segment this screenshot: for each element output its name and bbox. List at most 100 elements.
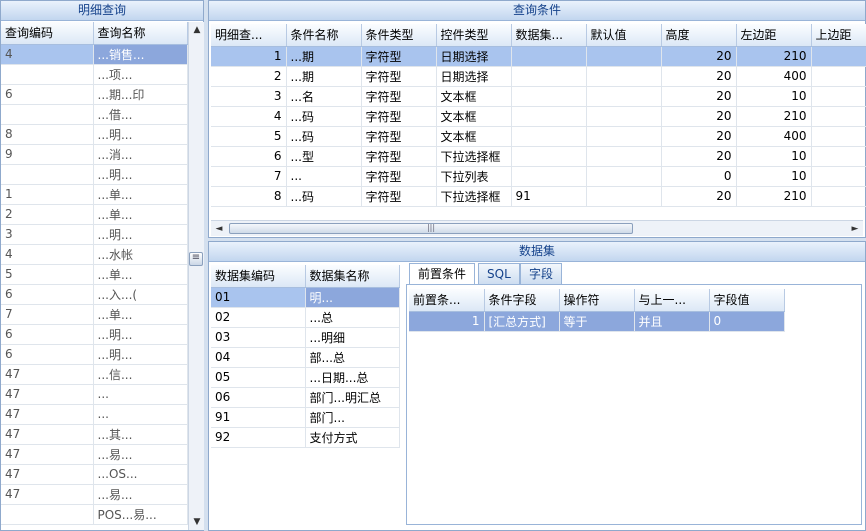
precondition-link-cell[interactable]: 并且 [634,311,710,332]
table-row[interactable]: 02 ...总 [211,307,400,328]
query-name-cell[interactable]: ...入...( [93,284,188,305]
table-row[interactable]: 4 ...销售... [1,44,188,65]
scroll-down-icon[interactable]: ▼ [189,514,205,530]
query-height-cell[interactable]: 0 [661,166,737,187]
tab-precondition[interactable]: 前置条件 [409,263,476,286]
query-dataset-cell[interactable] [511,86,587,107]
query-name-cell[interactable]: ...名 [286,86,362,107]
query-ctype-cell[interactable]: 字符型 [361,66,437,87]
query-code-cell[interactable]: 6 [1,84,94,105]
col-default-value[interactable]: 默认值 [586,24,662,47]
query-name-cell[interactable]: ...明... [93,344,188,365]
query-name-cell[interactable]: ...消... [93,144,188,165]
query-widget-cell[interactable]: 文本框 [436,126,512,147]
table-row[interactable]: 4 ...码 字符型 文本框 20 210 [211,106,866,127]
query-name-cell[interactable]: ...型 [286,146,362,167]
table-row[interactable]: 47 ...其... [1,424,188,445]
dataset-code-cell[interactable]: 01 [211,287,306,308]
query-name-cell[interactable]: ...明... [93,164,188,185]
query-code-cell[interactable]: 5 [1,264,94,285]
left-vertical-scrollbar[interactable]: ▲ ▼ [188,22,204,530]
table-row[interactable]: 1 [汇总方式] 等于 并且 0 [409,311,785,332]
col-precondition[interactable]: 前置条... [409,289,485,312]
query-top-margin-cell[interactable] [811,66,866,87]
query-code-cell[interactable]: 3 [1,224,94,245]
query-name-cell[interactable]: ...期...印 [93,84,188,105]
query-idx-cell[interactable]: 5 [211,126,287,147]
query-code-cell[interactable]: 6 [1,284,94,305]
table-row[interactable]: 7 ...单... [1,304,188,325]
query-name-cell[interactable]: ...水帐 [93,244,188,265]
query-left-cell[interactable]: 210 [736,46,812,67]
table-row[interactable]: 8 ...明... [1,124,188,145]
table-row[interactable]: 47 ...信... [1,364,188,385]
query-ctype-cell[interactable]: 字符型 [361,166,437,187]
query-name-cell[interactable]: ...单... [93,304,188,325]
table-row[interactable]: 4 ...水帐 [1,244,188,265]
tab-fields[interactable]: 字段 [520,263,563,285]
table-row[interactable]: 2 ...期 字符型 日期选择 20 400 [211,66,866,87]
query-name-cell[interactable]: ...码 [286,186,362,207]
query-name-cell[interactable]: ...信... [93,364,188,385]
table-row[interactable]: 6 ...明... [1,324,188,345]
query-height-cell[interactable]: 20 [661,46,737,67]
query-top-margin-cell[interactable] [811,126,866,147]
col-relation[interactable]: 与上一... [634,289,710,312]
table-row[interactable]: 03 ...明细 [211,327,400,348]
query-default-cell[interactable] [586,126,662,147]
table-row[interactable]: 8 ...码 字符型 下拉选择框 91 20 210 [211,186,866,207]
query-name-cell[interactable]: ... [93,404,188,425]
query-dataset-cell[interactable] [511,166,587,187]
query-name-cell[interactable]: ...OS... [93,464,188,485]
table-row[interactable]: 1 ...期 字符型 日期选择 20 210 [211,46,866,67]
query-ctype-cell[interactable]: 字符型 [361,86,437,107]
table-row[interactable]: 92 支付方式 [211,427,400,448]
query-name-cell[interactable]: ...期 [286,46,362,67]
table-row[interactable]: 2 ...单... [1,204,188,225]
dataset-name-cell[interactable]: ...总 [305,307,400,328]
query-name-cell[interactable]: ...码 [286,126,362,147]
query-height-cell[interactable]: 20 [661,106,737,127]
query-horizontal-scrollbar[interactable]: ◄ ||| ► [211,220,863,236]
dataset-code-cell[interactable]: 02 [211,307,306,328]
col-top-margin[interactable]: 上边距 [811,24,866,47]
table-row[interactable]: 7... 字符型 下拉列表 0 10 [211,166,866,187]
dataset-name-cell[interactable]: ...日期...总 [305,367,400,388]
query-code-cell[interactable]: 1 [1,184,94,205]
query-ctype-cell[interactable]: 字符型 [361,106,437,127]
query-ctype-cell[interactable]: 字符型 [361,146,437,167]
query-widget-cell[interactable]: 文本框 [436,86,512,107]
table-row[interactable]: 04 部...总 [211,347,400,368]
query-default-cell[interactable] [586,86,662,107]
query-idx-cell[interactable]: 6 [211,146,287,167]
table-row[interactable]: 06 部门...明汇总 [211,387,400,408]
col-operator[interactable]: 操作符 [559,289,635,312]
query-code-cell[interactable]: 47 [1,404,94,425]
query-top-margin-cell[interactable] [811,186,866,207]
table-row[interactable]: 47 ...易... [1,484,188,505]
col-left-margin[interactable]: 左边距 [736,24,812,47]
col-control-type[interactable]: 控件类型 [436,24,512,47]
table-row[interactable]: 47 ...易... [1,444,188,465]
scroll-left-icon[interactable]: ◄ [211,221,227,237]
table-row[interactable]: 5 ...码 字符型 文本框 20 400 [211,126,866,147]
table-row[interactable]: 47 ...OS... [1,464,188,485]
query-dataset-cell[interactable] [511,126,587,147]
col-condition-field[interactable]: 条件字段 [484,289,560,312]
query-name-cell[interactable]: ...易... [93,484,188,505]
dataset-name-cell[interactable]: 部门... [305,407,400,428]
splitter-grip-icon[interactable]: ≡ [189,252,203,266]
dataset-name-cell[interactable]: 支付方式 [305,427,400,448]
query-ctype-cell[interactable]: 字符型 [361,46,437,67]
query-code-cell[interactable]: 7 [1,304,94,325]
query-widget-cell[interactable]: 下拉选择框 [436,186,512,207]
scroll-thumb[interactable]: ||| [229,223,633,234]
query-dataset-cell[interactable] [511,106,587,127]
query-dataset-cell[interactable] [511,46,587,67]
table-row[interactable]: 01 明... [211,287,400,308]
query-top-margin-cell[interactable] [811,86,866,107]
dataset-name-cell[interactable]: ...明细 [305,327,400,348]
query-idx-cell[interactable]: 8 [211,186,287,207]
query-ctype-cell[interactable]: 字符型 [361,126,437,147]
query-default-cell[interactable] [586,166,662,187]
